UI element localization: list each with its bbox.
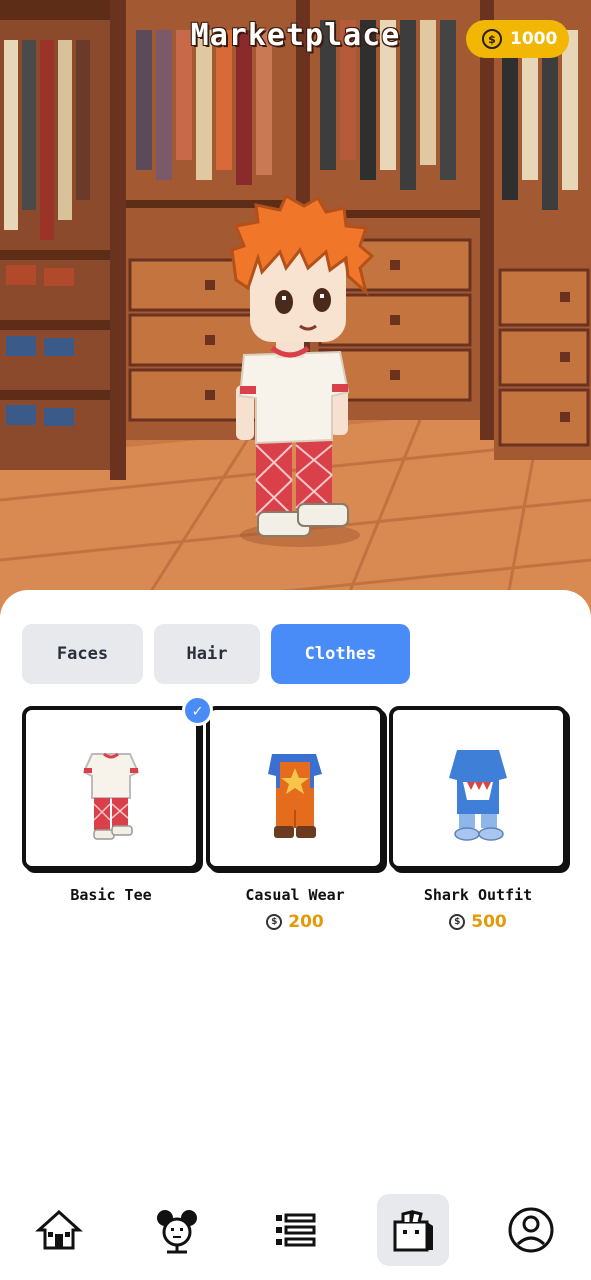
nav-profile[interactable] [495, 1194, 567, 1266]
profile-icon [508, 1207, 554, 1253]
bottom-nav [0, 1190, 591, 1270]
coin-balance-badge[interactable]: $ 1000 [466, 20, 569, 58]
shark-outfit-icon [449, 750, 507, 841]
nav-marketplace[interactable] [377, 1194, 449, 1266]
basic-tee-outfit-icon [82, 752, 140, 840]
item-name: Shark Outfit [423, 886, 533, 904]
owned-check-icon: ✓ [182, 695, 213, 726]
nav-home[interactable] [23, 1194, 95, 1266]
item-price-value: 500 [471, 912, 507, 932]
nav-character[interactable] [141, 1194, 213, 1266]
item-card[interactable] [206, 706, 384, 870]
avatar-character [230, 193, 375, 547]
item-card[interactable] [389, 706, 567, 870]
tab-faces[interactable]: Faces [22, 624, 143, 684]
item-shark-outfit[interactable]: Shark Outfit $ 500 [389, 706, 567, 932]
item-name: Casual Wear [245, 886, 345, 904]
item-grid: ✓ Basic Tee Casual Wear $ 200 Shark Outf… [22, 695, 570, 932]
item-price-value: 200 [288, 912, 324, 932]
tab-hair[interactable]: Hair [154, 624, 260, 684]
item-casual-wear[interactable]: Casual Wear $ 200 [206, 706, 384, 932]
character-icon [157, 1210, 197, 1254]
marketplace-panel: Faces Hair Clothes ✓ Basic Tee Casual We… [0, 590, 591, 1280]
house-icon [35, 1209, 83, 1250]
item-name: Basic Tee [70, 886, 152, 904]
item-card[interactable] [22, 706, 200, 870]
tab-clothes[interactable]: Clothes [271, 624, 410, 684]
nav-list[interactable] [259, 1194, 331, 1266]
wardrobe-scene: Marketplace $ 1000 [0, 0, 591, 640]
coin-balance: 1000 [510, 29, 558, 49]
coin-icon: $ [266, 914, 283, 930]
coin-icon: $ [482, 29, 502, 49]
shopping-bag-icon [393, 1210, 433, 1252]
casual-wear-outfit-icon [268, 754, 322, 838]
coin-icon: $ [449, 914, 466, 930]
list-icon [276, 1213, 316, 1247]
item-price: $ 500 [389, 912, 567, 932]
item-price: $ 200 [206, 912, 384, 932]
category-tabs: Faces Hair Clothes [22, 624, 410, 684]
item-basic-tee[interactable]: ✓ Basic Tee [22, 695, 213, 904]
